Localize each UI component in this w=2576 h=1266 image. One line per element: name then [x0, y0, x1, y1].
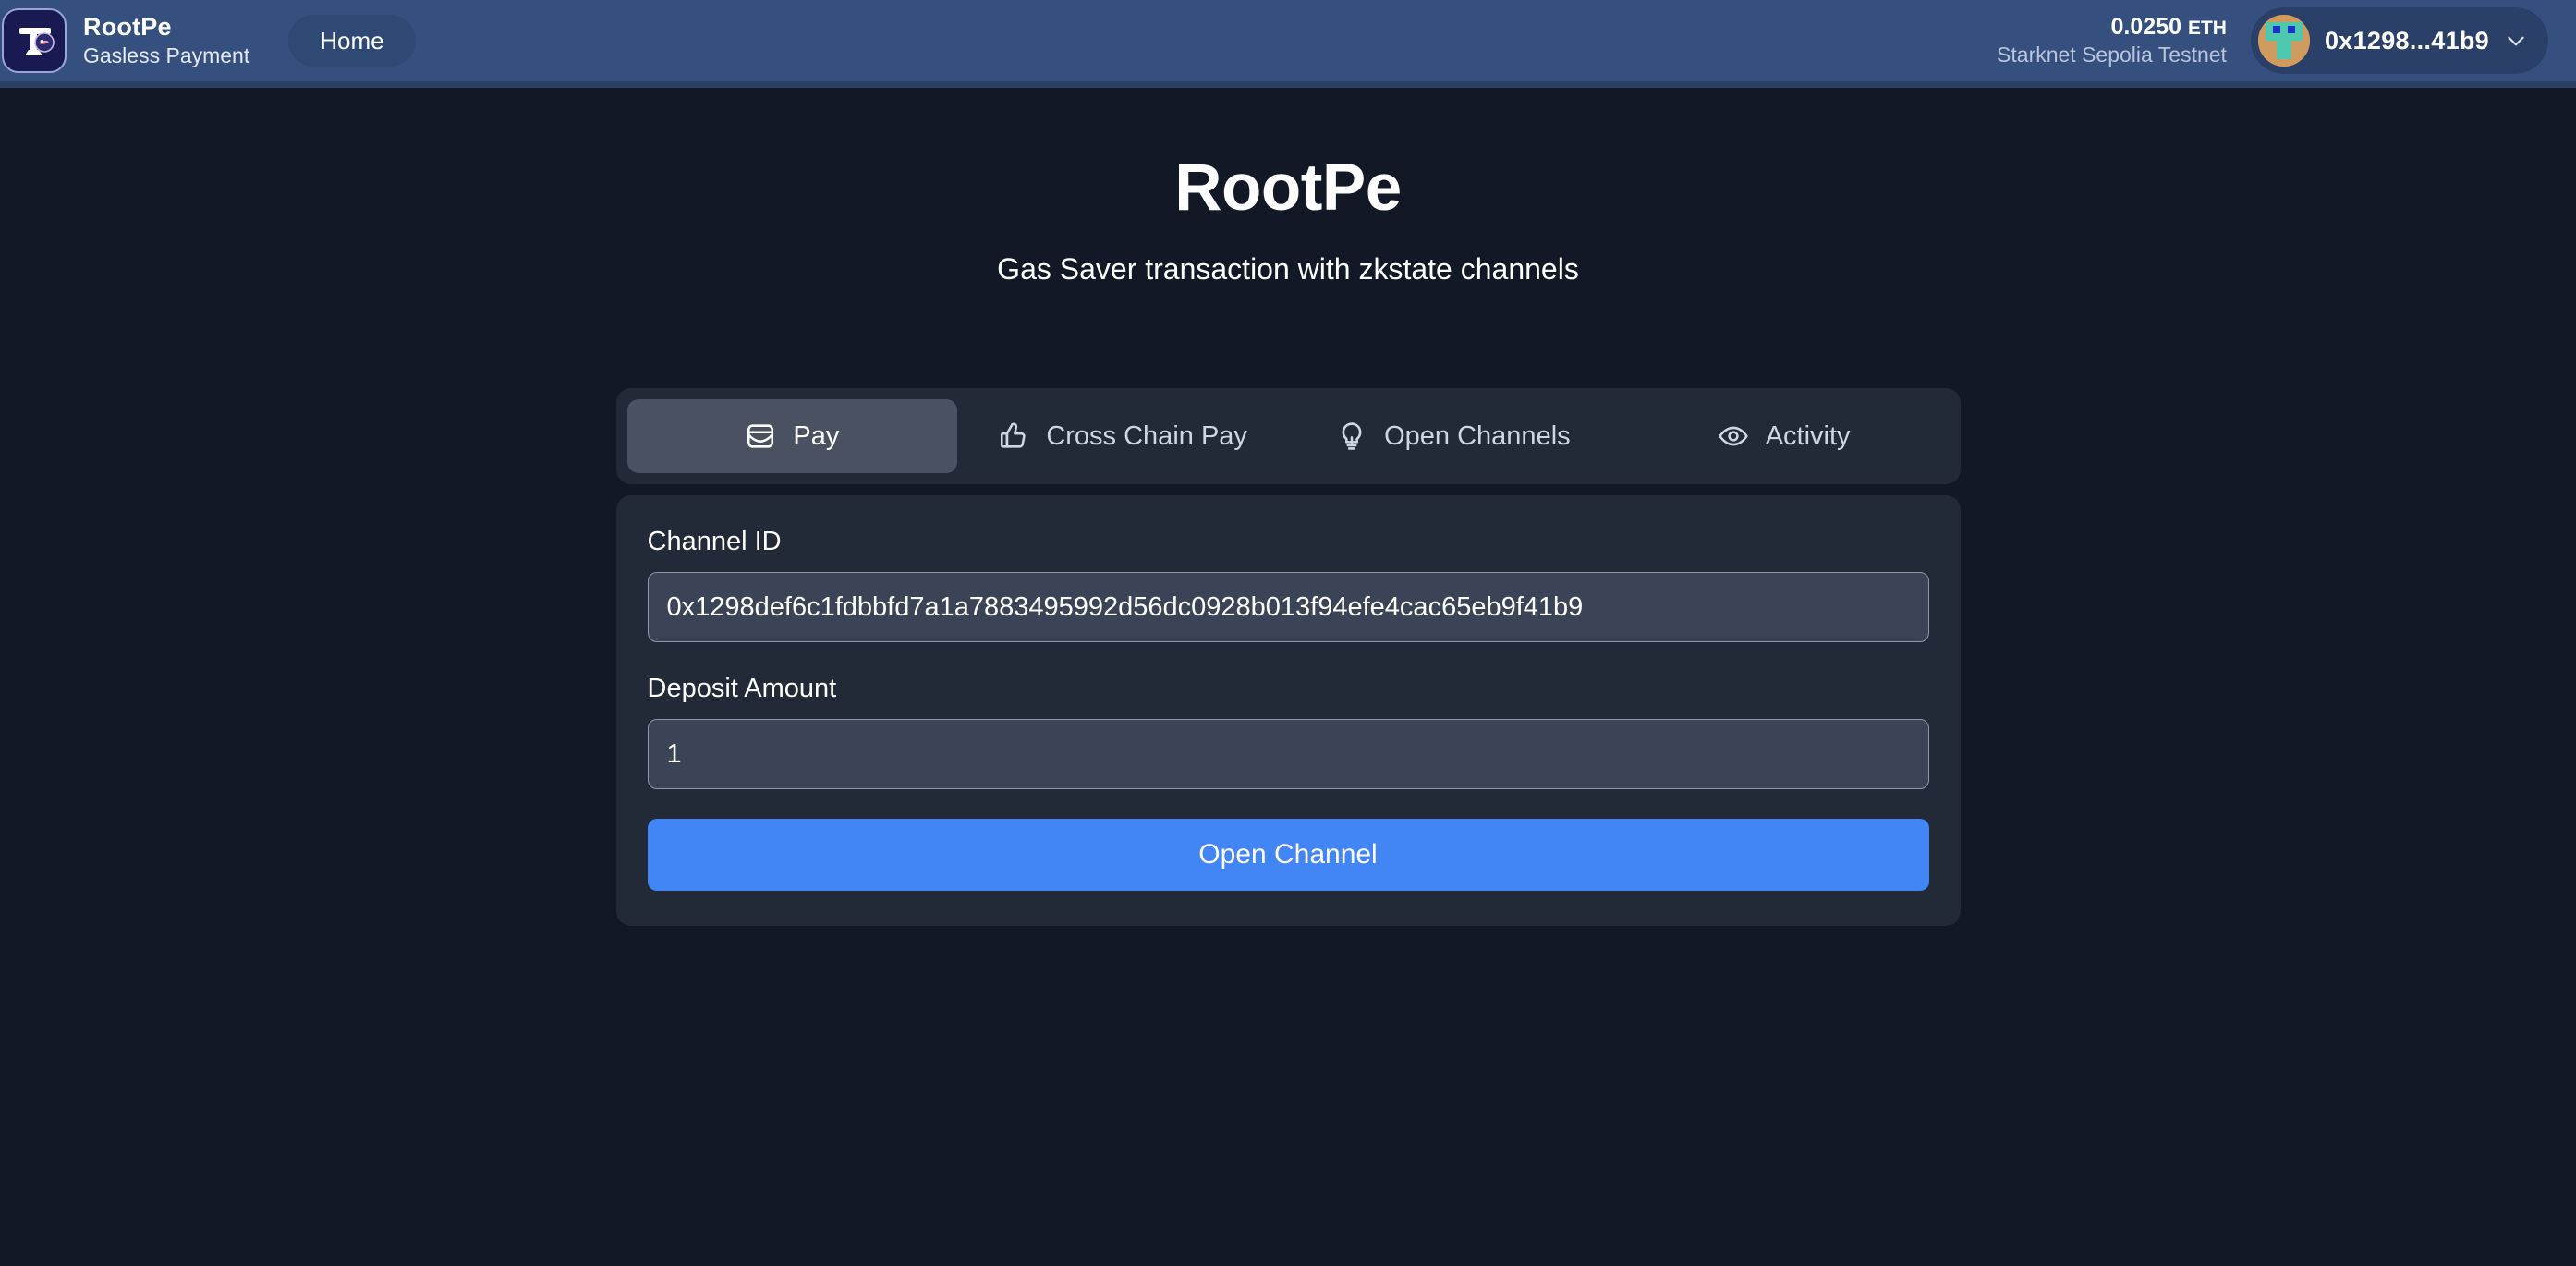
- wallet-balance: 0.0250 ETH Starknet Sepolia Testnet: [1997, 13, 2227, 68]
- wallet-avatar-icon: [2257, 15, 2310, 67]
- tab-activity[interactable]: Activity: [1619, 399, 1950, 473]
- lightbulb-icon: [1336, 420, 1367, 452]
- balance-unit: ETH: [2187, 18, 2227, 40]
- thumbs-up-icon: [998, 420, 1029, 452]
- tab-activity-label: Activity: [1765, 420, 1851, 451]
- field-spacer: [648, 642, 1929, 674]
- brand: RootPe Gasless Payment: [0, 8, 249, 73]
- tab-pay-label: Pay: [793, 420, 840, 451]
- tab-open-channels-label: Open Channels: [1384, 420, 1571, 451]
- network-label: Starknet Sepolia Testnet: [1997, 43, 2227, 67]
- balance-amount: 0.0250: [2110, 14, 2181, 41]
- open-channel-form: Channel ID Deposit Amount Open Channel: [615, 495, 1961, 926]
- tab-open-channels[interactable]: Open Channels: [1288, 399, 1619, 473]
- pay-panel: Pay Cross Chain Pay Open Channels Activi…: [615, 388, 1961, 926]
- brand-tagline: Gasless Payment: [83, 43, 250, 67]
- brand-text: RootPe Gasless Payment: [83, 13, 249, 69]
- chevron-down-icon: [2504, 29, 2528, 53]
- tab-cross-chain-pay-label: Cross Chain Pay: [1046, 420, 1247, 451]
- open-channel-button[interactable]: Open Channel: [647, 819, 1929, 891]
- channel-id-input[interactable]: [647, 572, 1929, 642]
- tab-bar: Pay Cross Chain Pay Open Channels Activi…: [615, 388, 1961, 484]
- deposit-amount-input[interactable]: [647, 719, 1929, 789]
- wallet-address-label: 0x1298...41b9: [2324, 26, 2489, 55]
- rootpe-signpost-logo-icon: [2, 8, 67, 73]
- app-header: RootPe Gasless Payment Home 0.0250 ETH S…: [0, 0, 2576, 88]
- balance-line: 0.0250 ETH: [1997, 13, 2227, 41]
- wallet-address-button[interactable]: 0x1298...41b9: [2250, 7, 2548, 74]
- header-right: 0.0250 ETH Starknet Sepolia Testnet 0x12…: [1997, 7, 2548, 74]
- wallet-icon: [745, 420, 776, 452]
- tab-pay[interactable]: Pay: [626, 399, 958, 473]
- eye-icon: [1718, 420, 1749, 452]
- deposit-amount-label: Deposit Amount: [647, 674, 837, 703]
- page-title: RootPe: [1174, 152, 1402, 225]
- tab-cross-chain-pay[interactable]: Cross Chain Pay: [957, 399, 1288, 473]
- page-subtitle: Gas Saver transaction with zkstate chann…: [997, 252, 1579, 286]
- channel-id-label: Channel ID: [647, 527, 782, 556]
- brand-name: RootPe: [83, 12, 172, 41]
- main-content: RootPe Gas Saver transaction with zkstat…: [0, 81, 2576, 926]
- nav-home-button[interactable]: Home: [288, 15, 416, 67]
